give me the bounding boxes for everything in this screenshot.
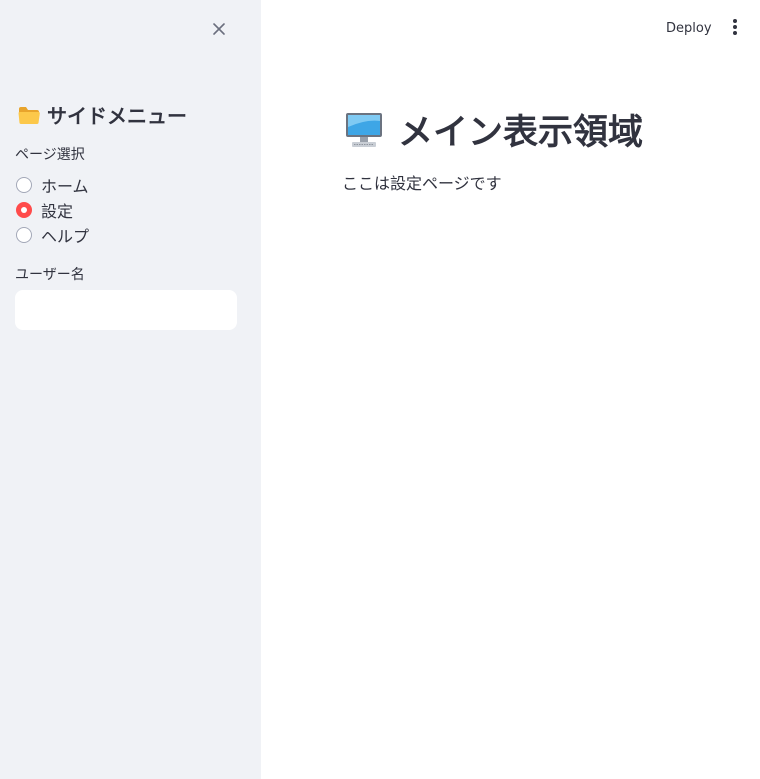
app-root: サイドメニュー ページ選択 ホーム 設定 ヘルプ ユーザー名 Deploy メイ… [0, 0, 760, 779]
radio-button[interactable] [16, 226, 32, 243]
page-select-label: ページ選択 [15, 147, 85, 163]
page-select-radio-group: ホーム 設定 ヘルプ [16, 172, 246, 247]
radio-option-help[interactable]: ヘルプ [16, 222, 246, 247]
sidebar-title-text: サイドメニュー [47, 104, 187, 128]
deploy-button[interactable]: Deploy [660, 14, 718, 42]
sidebar: サイドメニュー ページ選択 ホーム 設定 ヘルプ ユーザー名 [0, 0, 261, 779]
page-title: メイン表示領域 [344, 104, 643, 155]
more-vertical-icon[interactable] [724, 15, 746, 39]
radio-label: ホーム [41, 176, 89, 196]
radio-button-selected[interactable] [16, 201, 32, 218]
page-title-text: メイン表示領域 [398, 113, 644, 153]
sidebar-title: サイドメニュー [17, 100, 187, 129]
radio-option-home[interactable]: ホーム [16, 172, 246, 197]
main-description: ここは設定ページです [342, 174, 502, 193]
radio-option-settings[interactable]: 設定 [16, 197, 246, 222]
computer-icon [346, 112, 382, 147]
username-label: ユーザー名 [15, 267, 85, 283]
radio-label: 設定 [41, 201, 74, 221]
username-input[interactable] [15, 290, 237, 330]
radio-label: ヘルプ [41, 226, 90, 246]
radio-button[interactable] [16, 176, 32, 193]
close-icon[interactable] [208, 18, 230, 40]
folder-icon [18, 106, 40, 124]
